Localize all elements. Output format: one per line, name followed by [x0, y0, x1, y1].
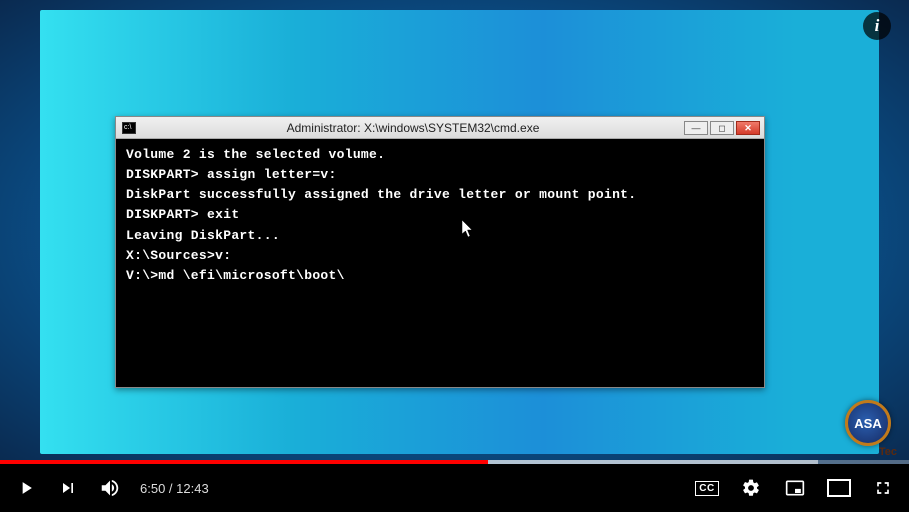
theater-icon: [827, 479, 851, 497]
time-duration: 12:43: [176, 481, 209, 496]
mouse-cursor-icon: [462, 220, 474, 238]
volume-icon: [99, 477, 121, 499]
time-separator: /: [165, 481, 176, 496]
volume-button[interactable]: [98, 476, 122, 500]
settings-button[interactable]: [739, 476, 763, 500]
captions-button[interactable]: CC: [695, 476, 719, 500]
watermark-subtext: Tec: [879, 446, 897, 458]
miniplayer-icon: [785, 478, 805, 498]
minimize-button[interactable]: —: [684, 121, 708, 135]
fullscreen-button[interactable]: [871, 476, 895, 500]
next-icon: [58, 478, 78, 498]
window-title: Administrator: X:\windows\SYSTEM32\cmd.e…: [142, 121, 684, 135]
gear-icon: [741, 478, 761, 498]
info-card-button[interactable]: i: [863, 12, 891, 40]
window-buttons: — ◻ ✕: [684, 121, 764, 135]
controls-right: CC: [695, 476, 895, 500]
channel-watermark[interactable]: ASA: [845, 400, 891, 446]
video-player: Administrator: X:\windows\SYSTEM32\cmd.e…: [0, 0, 909, 512]
controls-bar: 6:50 / 12:43 CC: [0, 464, 909, 512]
controls-left: 6:50 / 12:43: [14, 476, 209, 500]
close-button[interactable]: ✕: [736, 121, 760, 135]
next-button[interactable]: [56, 476, 80, 500]
miniplayer-button[interactable]: [783, 476, 807, 500]
cmd-icon: [122, 122, 136, 134]
terminal-output: Volume 2 is the selected volume. DISKPAR…: [116, 139, 764, 387]
info-icon: i: [875, 16, 880, 36]
play-button[interactable]: [14, 476, 38, 500]
theater-button[interactable]: [827, 476, 851, 500]
watermark-text: ASA: [854, 416, 881, 431]
time-display: 6:50 / 12:43: [140, 481, 209, 496]
fullscreen-icon: [873, 478, 893, 498]
cc-icon: CC: [695, 481, 718, 496]
time-current: 6:50: [140, 481, 165, 496]
window-titlebar: Administrator: X:\windows\SYSTEM32\cmd.e…: [116, 117, 764, 139]
play-icon: [16, 478, 36, 498]
video-frame[interactable]: Administrator: X:\windows\SYSTEM32\cmd.e…: [0, 0, 909, 464]
cmd-window: Administrator: X:\windows\SYSTEM32\cmd.e…: [115, 116, 765, 388]
maximize-button[interactable]: ◻: [710, 121, 734, 135]
